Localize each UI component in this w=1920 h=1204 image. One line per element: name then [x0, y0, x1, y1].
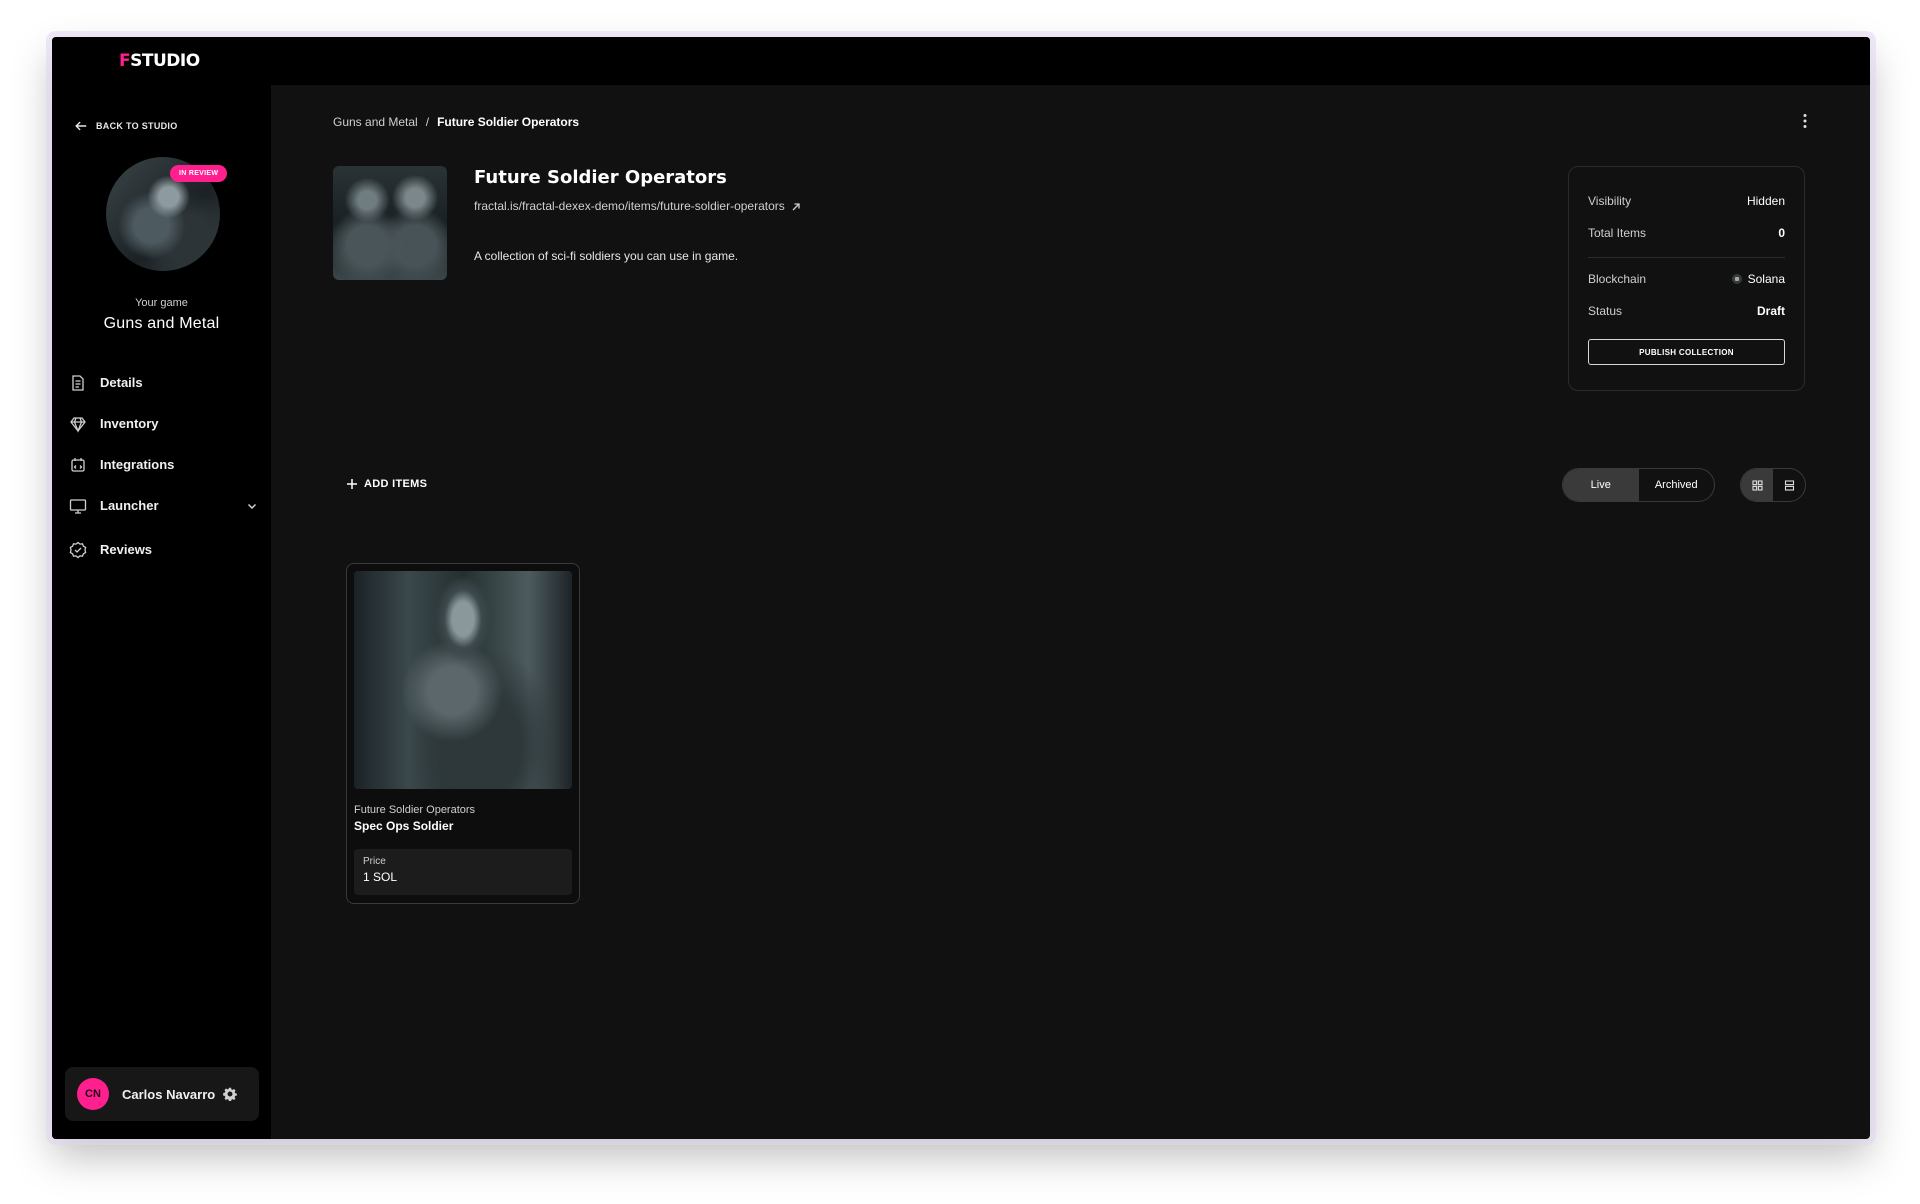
back-to-studio-link[interactable]: BACK TO STUDIO [74, 119, 178, 133]
blockchain-row: Blockchain Solana [1588, 263, 1785, 295]
sidebar-item-launcher[interactable]: Launcher [69, 485, 259, 526]
visibility-row: Visibility Hidden [1588, 185, 1785, 217]
status-value: Draft [1756, 304, 1785, 318]
divider [1588, 257, 1785, 258]
sidebar-item-label: Launcher [100, 498, 159, 513]
back-to-studio-label: BACK TO STUDIO [96, 121, 178, 131]
app-window: ⋮ FSTUDIO BACK TO STUDIO IN REVIEW Your … [52, 37, 1870, 1139]
tab-live[interactable]: Live [1563, 469, 1639, 501]
arrow-left-icon [75, 121, 87, 131]
solana-icon [1731, 274, 1742, 284]
game-avatar-wrapper: IN REVIEW [106, 157, 228, 271]
live-archived-toggle: Live Archived [1562, 468, 1715, 502]
your-game-label: Your game [135, 297, 188, 309]
collection-url-text: fractal.is/fractal-dexex-demo/items/futu… [474, 199, 785, 213]
sidebar-item-inventory[interactable]: Inventory [69, 403, 259, 444]
total-items-label: Total Items [1588, 226, 1647, 240]
plug-icon [71, 457, 85, 472]
publish-collection-button[interactable]: PUBLISH COLLECTION [1588, 339, 1785, 365]
more-options-icon[interactable] [1798, 112, 1812, 130]
gear-icon[interactable] [223, 1087, 238, 1101]
plus-icon [347, 479, 357, 489]
sidebar: BACK TO STUDIO IN REVIEW Your game Guns … [52, 85, 271, 1139]
user-card[interactable]: CN Carlos Navarro [65, 1067, 259, 1121]
status-row: Status Draft [1588, 295, 1785, 327]
sidebar-item-label: Integrations [100, 457, 175, 472]
game-name: Guns and Metal [103, 315, 220, 332]
item-image [354, 571, 572, 789]
visibility-value: Hidden [1746, 194, 1785, 208]
chevron-down-icon[interactable] [245, 499, 259, 513]
status-label: Status [1588, 304, 1623, 318]
document-icon [72, 374, 84, 391]
blockchain-value-wrap: Solana [1731, 272, 1785, 286]
diamond-icon [70, 416, 86, 433]
fstudio-logo[interactable]: FSTUDIO [119, 51, 200, 71]
top-bar: FSTUDIO [52, 37, 1870, 85]
sidebar-nav: Details Inventory Integrations Launcher … [69, 362, 259, 570]
collection-info-panel: Visibility Hidden Total Items 0 Blockcha… [1568, 166, 1805, 391]
main-content: Guns and Metal / Future Soldier Operator… [271, 85, 1870, 1139]
price-label: Price [363, 856, 386, 867]
status-badge: IN REVIEW [170, 165, 228, 182]
tab-archived[interactable]: Archived [1639, 469, 1715, 501]
total-items-value: 0 [1778, 226, 1785, 240]
total-items-row: Total Items 0 [1588, 217, 1785, 249]
logo-accent-letter: F [119, 51, 131, 71]
grid-view-icon [1751, 479, 1763, 491]
collection-url-link[interactable]: fractal.is/fractal-dexex-demo/items/futu… [474, 198, 814, 214]
breadcrumb: Guns and Metal / Future Soldier Operator… [333, 115, 579, 129]
sidebar-item-reviews[interactable]: Reviews [69, 529, 259, 570]
sidebar-item-label: Details [100, 375, 143, 390]
breadcrumb-parent[interactable]: Guns and Metal [333, 115, 418, 129]
blockchain-value: Solana [1747, 272, 1785, 286]
item-collection-name: Future Soldier Operators [354, 804, 476, 816]
add-items-button[interactable]: ADD ITEMS [346, 478, 427, 490]
item-name: Spec Ops Soldier [354, 819, 454, 833]
page-title: Future Soldier Operators [474, 167, 727, 188]
price-value: 1 SOL [363, 870, 398, 884]
avatar[interactable]: CN [77, 1078, 109, 1110]
collection-description: A collection of sci-fi soldiers you can … [474, 249, 739, 263]
monitor-icon [69, 498, 87, 514]
breadcrumb-current: Future Soldier Operators [437, 115, 580, 129]
collection-thumbnail [333, 166, 447, 280]
sidebar-item-integrations[interactable]: Integrations [69, 444, 259, 485]
list-view-icon [1784, 479, 1794, 491]
price-box: Price 1 SOL [354, 849, 572, 895]
check-badge-icon [69, 541, 87, 558]
item-card[interactable]: Future Soldier Operators Spec Ops Soldie… [346, 563, 580, 904]
breadcrumb-separator: / [425, 115, 430, 129]
grid-view-button[interactable] [1741, 469, 1773, 501]
blockchain-label: Blockchain [1588, 272, 1647, 286]
add-items-label: ADD ITEMS [364, 478, 428, 490]
sidebar-item-details[interactable]: Details [69, 362, 259, 403]
logo-text: STUDIO [130, 51, 200, 71]
user-name: Carlos Navarro [122, 1086, 216, 1102]
view-mode-toggle [1740, 468, 1806, 502]
visibility-label: Visibility [1588, 194, 1632, 208]
list-view-button[interactable] [1773, 469, 1805, 501]
external-link-icon [792, 203, 800, 211]
sidebar-item-label: Reviews [100, 542, 153, 557]
sidebar-item-label: Inventory [100, 416, 159, 431]
